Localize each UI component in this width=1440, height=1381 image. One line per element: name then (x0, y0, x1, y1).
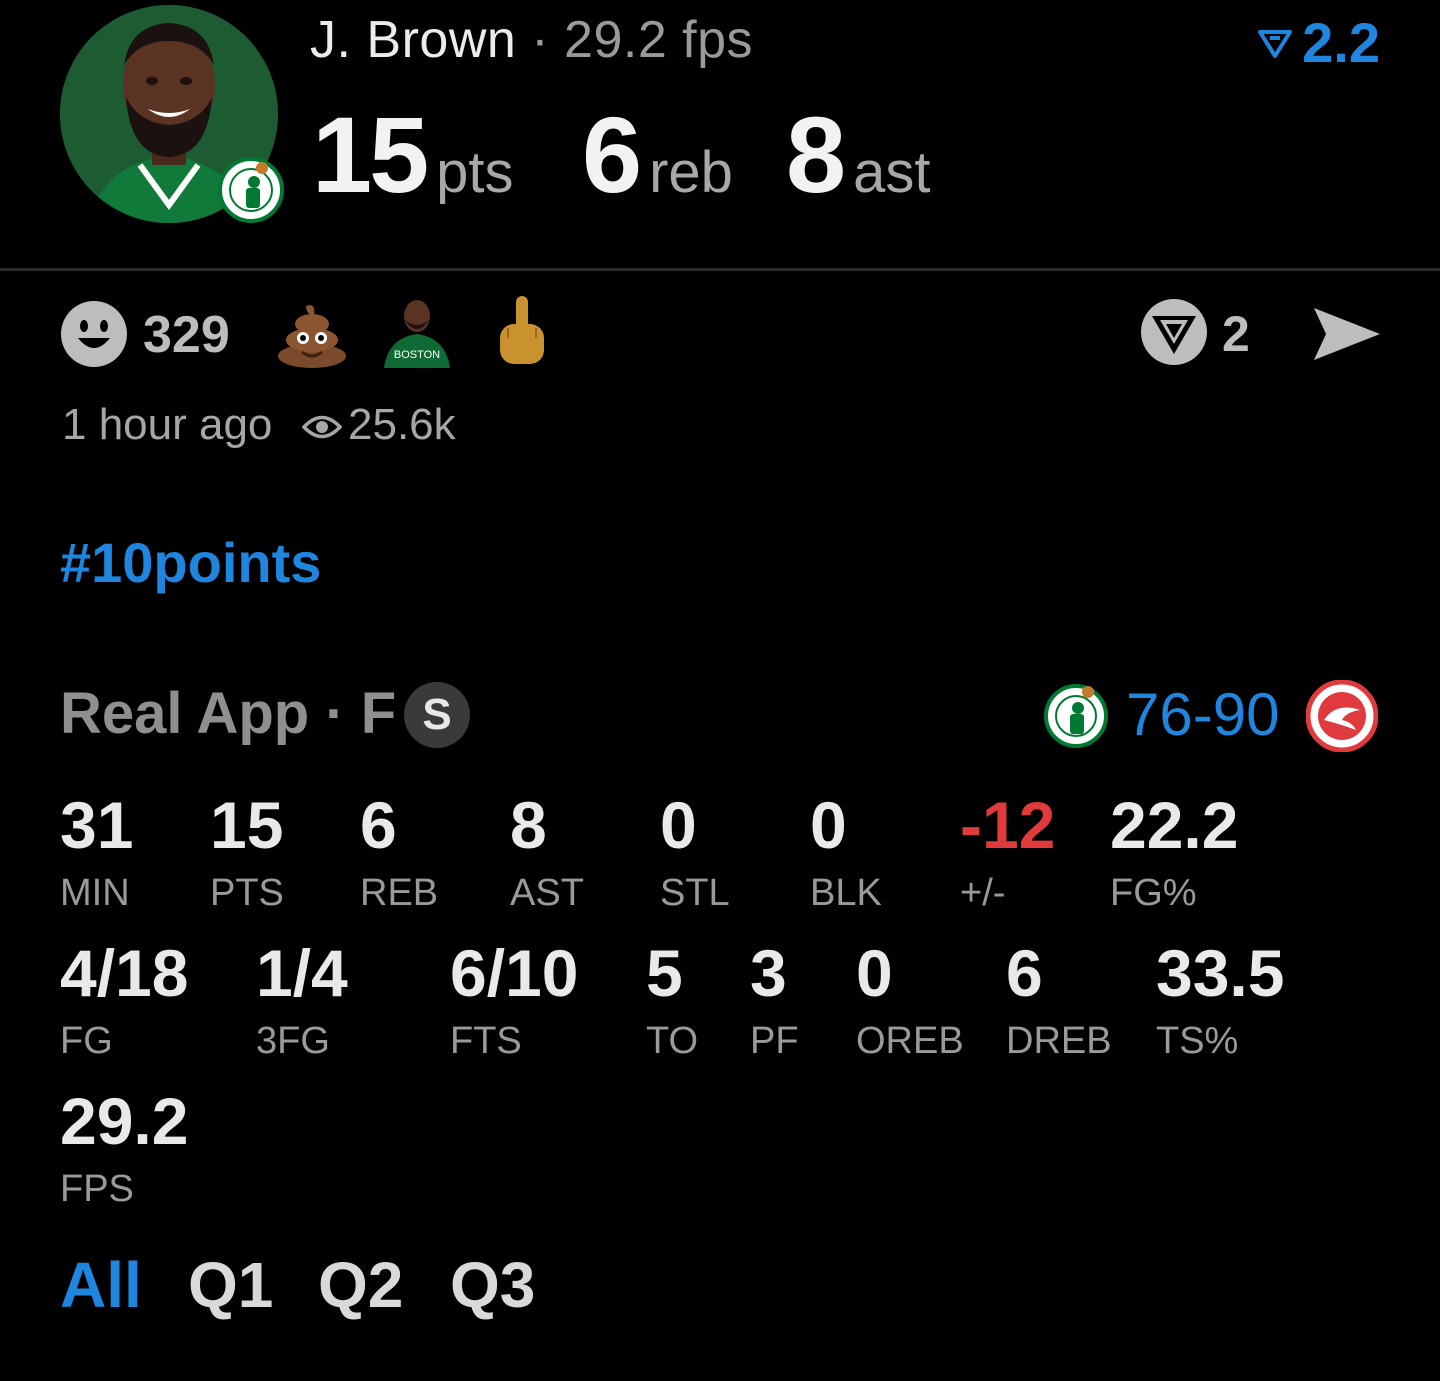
big-stat-value: 6 (582, 94, 642, 215)
tab-q3[interactable]: Q3 (450, 1248, 535, 1322)
stat-stl: 0 STL (660, 792, 730, 912)
name-separator: · (531, 11, 550, 69)
vote-count: 2 (1222, 306, 1250, 362)
hashtag-link[interactable]: #10points (60, 530, 321, 595)
stat-label: BLK (810, 872, 882, 914)
header-divider (0, 268, 1440, 271)
stat-value: 6 (360, 788, 397, 862)
stat-blk: 0 BLK (810, 792, 882, 912)
post-timestamp: 1 hour ago (62, 400, 273, 449)
stat-fts: 6/10 FTS (450, 940, 578, 1060)
stat-fg-pct: 22.2 FG% (1110, 792, 1238, 912)
stat-value: -12 (960, 788, 1056, 862)
game-score[interactable]: 76-90 (1126, 680, 1279, 749)
stat-plus-minus: -12 +/- (960, 792, 1055, 912)
vote-icon[interactable] (1140, 298, 1208, 366)
player-emoji-icon[interactable]: BOSTON (380, 294, 454, 368)
stat-value: 3 (750, 936, 787, 1010)
stat-value: 0 (856, 936, 893, 1010)
stat-label: FPS (60, 1168, 134, 1210)
view-count: 25.6k (348, 400, 456, 449)
stat-label: FG% (1110, 872, 1197, 914)
tab-all[interactable]: All (60, 1248, 142, 1322)
stat-reb: 6 REB (360, 792, 438, 912)
smiley-reaction-icon[interactable] (60, 300, 128, 368)
tab-q2[interactable]: Q2 (318, 1248, 403, 1322)
big-stat-value: 15 (312, 94, 429, 215)
reaction-count[interactable]: 329 (143, 305, 230, 365)
big-stat-unit: reb (649, 140, 733, 205)
big-stat-unit: ast (853, 140, 931, 205)
stat-to: 5 TO (646, 940, 698, 1060)
big-stat-rebounds: 6 reb (582, 92, 733, 217)
celtics-logo-icon (1044, 678, 1108, 750)
player-fps: 29.2 fps (564, 11, 754, 69)
share-send-icon[interactable] (1312, 304, 1382, 364)
stat-label: PF (750, 1020, 799, 1062)
player-name-line: J. Brown · 29.2 fps (310, 10, 753, 70)
eye-icon (301, 410, 343, 444)
poop-emoji-icon[interactable] (276, 300, 348, 368)
stat-label: TO (646, 1020, 699, 1062)
stat-value: 29.2 (60, 1084, 189, 1158)
trend-value: 2.2 (1302, 11, 1380, 74)
stat-label: FTS (450, 1020, 522, 1062)
stat-label: FG (60, 1020, 113, 1062)
stat-pf: 3 PF (750, 940, 799, 1060)
stat-value: 15 (210, 788, 284, 862)
tab-q1[interactable]: Q1 (188, 1248, 273, 1322)
stat-value: 1/4 (256, 936, 348, 1010)
stat-value: 8 (510, 788, 547, 862)
stat-label: 3FG (256, 1020, 330, 1062)
stat-pts: 15 PTS (210, 792, 284, 912)
stat-label: PTS (210, 872, 284, 914)
stat-fg: 4/18 FG (60, 940, 188, 1060)
big-stat-unit: pts (436, 140, 514, 205)
celtics-badge-icon (218, 150, 284, 230)
big-stat-points: 15 pts (312, 92, 514, 217)
stat-value: 4/18 (60, 936, 189, 1010)
stat-fps: 29.2 FPS (60, 1088, 188, 1208)
trend-arrow-icon (1258, 29, 1293, 58)
stat-label: OREB (856, 1020, 964, 1062)
stat-ast: 8 AST (510, 792, 584, 912)
stat-oreb: 0 OREB (856, 940, 964, 1060)
stat-label: +/- (960, 872, 1006, 914)
stat-label: TS% (1156, 1020, 1239, 1062)
stat-ts-pct: 33.5 TS% (1156, 940, 1284, 1060)
stat-value: 0 (810, 788, 847, 862)
stat-value: 0 (660, 788, 697, 862)
trend-indicator: 2.2 (1258, 10, 1380, 75)
stat-value: 22.2 (1110, 788, 1239, 862)
stat-label: DREB (1006, 1020, 1112, 1062)
hawks-logo-icon (1305, 679, 1379, 753)
stat-min: 31 MIN (60, 792, 133, 912)
stat-label: MIN (60, 872, 130, 914)
stat-value: 6 (1006, 936, 1043, 1010)
stat-value: 33.5 (1156, 936, 1285, 1010)
middle-finger-emoji-icon[interactable] (494, 294, 550, 368)
svg-text:BOSTON: BOSTON (394, 349, 440, 361)
stat-label: AST (510, 872, 584, 914)
big-stat-value: 8 (786, 94, 846, 215)
stat-label: STL (660, 872, 730, 914)
stat-value: 6/10 (450, 936, 579, 1010)
big-stat-assists: 8 ast (786, 92, 930, 217)
stat-value: 5 (646, 936, 683, 1010)
stat-value: 31 (60, 788, 134, 862)
player-name[interactable]: J. Brown (310, 11, 516, 69)
game-label: Real App · F (60, 681, 397, 746)
status-badge: S (404, 682, 470, 748)
stat-dreb: 6 DREB (1006, 940, 1112, 1060)
stat-3fg: 1/4 3FG (256, 940, 348, 1060)
stat-label: REB (360, 872, 439, 914)
